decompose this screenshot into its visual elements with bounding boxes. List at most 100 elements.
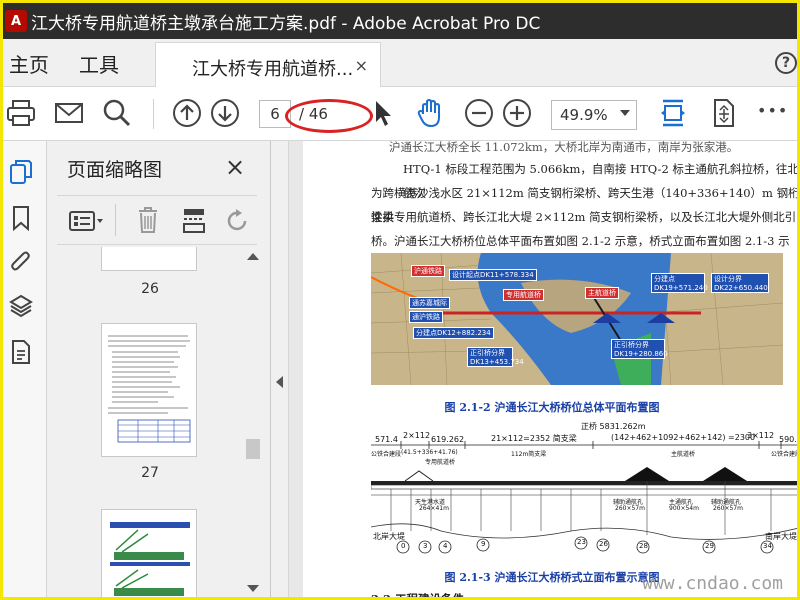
window-title: 江大桥专用航道桥主墩承台施工方案.pdf - Adobe Acrobat Pro… <box>31 13 541 34</box>
attachment-icon[interactable] <box>9 249 33 275</box>
elevation-label: 北岸大堤 <box>373 532 405 541</box>
elevation-label: 21×112=2352 简支梁 <box>491 434 577 443</box>
scroll-thumb[interactable] <box>246 439 260 459</box>
acrobat-icon[interactable]: A <box>5 10 27 32</box>
pier-number: 34 <box>763 542 772 550</box>
document-tab[interactable]: 江大桥专用航道桥... × <box>155 42 381 88</box>
bookmark-icon[interactable] <box>9 205 33 231</box>
doc-line: 性拱专用航道桥、跨长江北大堤 2×112m 简支钢桁梁桥，以及长江北大堤外侧北引 <box>371 210 797 224</box>
bridge-site-map: 沪通铁路 设计起点DK11+578.334 专用航道桥 主航道桥 分建点 DK1… <box>371 253 783 385</box>
menu-bar: 主页 工具 江大桥专用航道桥... × ? <box>3 39 797 88</box>
elevation-label: 619.262 <box>431 435 465 444</box>
elevation-label: 112m简支梁 <box>511 451 547 458</box>
thumbnail-content <box>110 522 190 596</box>
elevation-label: 正桥 5831.262m <box>581 422 646 431</box>
next-page-icon[interactable] <box>209 97 241 129</box>
elevation-label: 264×41m <box>419 505 449 512</box>
map-label: 分建点 DK19+571.240 <box>651 273 708 293</box>
rotate-icon[interactable] <box>225 208 251 234</box>
thumbnail-scrollbar[interactable] <box>243 247 263 597</box>
thumbnail-panel: 页面缩略图 × 26 27 <box>47 141 271 597</box>
thumbnail-page-28[interactable] <box>101 509 197 597</box>
elevation-label: 900×54m <box>669 505 699 512</box>
pier-number: 29 <box>705 542 714 550</box>
thumbnail-page-26[interactable] <box>101 247 197 271</box>
elevation-label: 公铁合建段 <box>371 451 402 458</box>
zoom-in-icon[interactable] <box>501 97 533 129</box>
thumbnail-toolbar <box>57 195 257 245</box>
page-thumbnails-icon[interactable] <box>9 159 33 185</box>
pier-number: 3 <box>423 542 428 550</box>
thumbnail-list: 26 27 <box>47 247 253 597</box>
extract-pages-icon[interactable] <box>181 206 207 234</box>
elevation-label: 主航道桥 <box>671 451 696 458</box>
close-icon[interactable]: × <box>225 153 245 181</box>
email-icon[interactable] <box>53 97 85 129</box>
elevation-label: 260×57m <box>615 505 645 512</box>
thumbnail-page-27[interactable] <box>101 323 197 457</box>
thumbnail-options-icon[interactable] <box>69 210 105 232</box>
scroll-up-icon[interactable] <box>247 253 259 260</box>
select-tool-icon[interactable] <box>367 97 399 129</box>
map-label: 设计分界 DK22+650.440 <box>711 273 769 293</box>
previous-page-icon[interactable] <box>171 97 203 129</box>
zoom-value: 49.9% <box>560 106 608 124</box>
map-label: 正引桥分界 DK19+280.860 <box>611 339 668 359</box>
content-icon[interactable] <box>9 339 33 365</box>
elevation-label: 590.4 <box>779 435 797 444</box>
chevron-down-icon <box>620 110 630 116</box>
elevation-label: 260×57m <box>713 505 743 512</box>
map-label: 设计起点DK11+578.334 <box>449 269 537 281</box>
menu-tools[interactable]: 工具 <box>79 49 119 78</box>
zoom-out-icon[interactable] <box>463 97 495 129</box>
acrobat-window: A 江大桥专用航道桥主墩承台施工方案.pdf - Adobe Acrobat P… <box>0 0 800 600</box>
hand-tool-icon[interactable] <box>415 97 447 129</box>
elevation-label: 专用航道桥 <box>425 459 456 466</box>
map-label: 专用航道桥 <box>503 289 544 301</box>
map-label: 沪通铁路 <box>411 265 445 277</box>
elevation-label: 公铁合建段 <box>771 451 797 458</box>
pier-number: 4 <box>443 542 448 550</box>
collapse-arrow-icon <box>276 376 283 388</box>
thumbnail-page-number: 27 <box>141 465 159 481</box>
elevation-label: 2×112 <box>403 431 431 440</box>
bridge-elevation-diagram: 正桥 5831.262m 571.4 2×112 619.262 21×112=… <box>371 422 797 557</box>
annotation-ellipse <box>285 99 373 133</box>
delete-icon[interactable] <box>137 206 159 234</box>
elevation-label: (142+462+1092+462+142) =2300 <box>611 433 756 442</box>
scroll-down-icon[interactable] <box>247 585 259 592</box>
watermark: www.cndao.com <box>642 573 783 594</box>
menu-home[interactable]: 主页 <box>9 49 49 78</box>
pier-number: 26 <box>599 540 608 548</box>
toolbar-separator <box>153 99 154 129</box>
more-tools-icon[interactable]: ••• <box>757 101 788 120</box>
map-label: 主航道桥 <box>585 287 619 299</box>
pier-number: 9 <box>481 540 486 548</box>
map-label: 正引桥分界 DK13+453.734 <box>467 347 524 367</box>
toolbar: 6 / 46 49.9% ••• <box>3 87 797 141</box>
document-tab-label: 江大桥专用航道桥... <box>192 59 354 80</box>
pier-number: 0 <box>401 542 406 550</box>
panel-collapse-handle[interactable] <box>271 141 289 597</box>
print-icon[interactable] <box>5 97 37 129</box>
map-label: 分建点DK12+882.234 <box>413 327 494 339</box>
figure-caption: 图 2.1-2 沪通长江大桥桥位总体平面布置图 <box>444 401 660 414</box>
page-tools-icon[interactable] <box>707 97 739 129</box>
search-icon[interactable] <box>101 97 133 129</box>
layers-icon[interactable] <box>9 293 33 319</box>
toolbar-separator <box>115 204 116 236</box>
zoom-dropdown[interactable]: 49.9% <box>551 100 637 130</box>
map-label: 通苏嘉城际 <box>409 297 450 309</box>
thumbnail-content <box>108 335 191 443</box>
pdf-page: 沪通长江大桥全长 11.072km，大桥北岸为南通市，南岸为张家港。 HTQ-1… <box>303 141 797 597</box>
title-bar: A 江大桥专用航道桥主墩承台施工方案.pdf - Adobe Acrobat P… <box>3 3 797 39</box>
map-label: 通沪铁路 <box>409 311 443 323</box>
document-view[interactable]: 沪通长江大桥全长 11.072km，大桥北岸为南通市，南岸为张家港。 HTQ-1… <box>289 141 797 597</box>
navigation-rail <box>3 141 47 597</box>
elevation-label: 南岸大堤 <box>765 532 797 541</box>
help-icon[interactable]: ? <box>775 52 797 74</box>
fit-page-icon[interactable] <box>657 97 689 129</box>
tab-close-icon[interactable]: × <box>355 56 368 75</box>
elevation-label: 571.4 <box>375 435 398 444</box>
elevation-label: (41.5+336+41.76) <box>401 449 458 456</box>
